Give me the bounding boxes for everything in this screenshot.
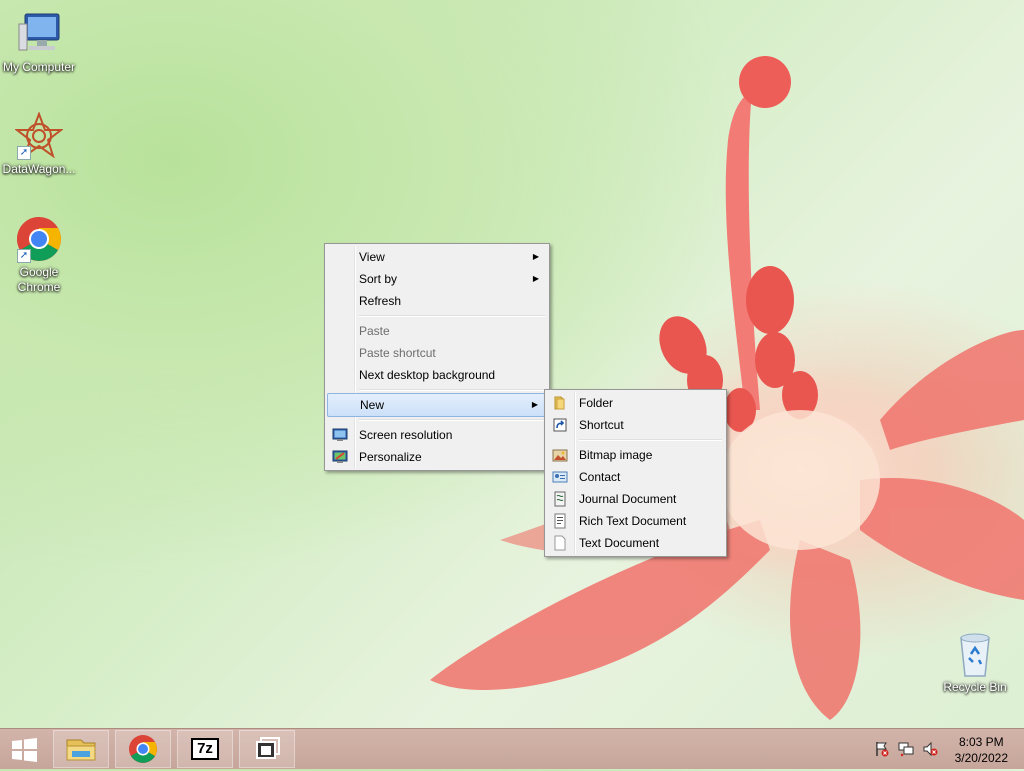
submenu-item-contact[interactable]: Contact: [547, 466, 724, 488]
shortcut-arrow-icon: ➚: [17, 249, 31, 263]
menu-item-label: Folder: [579, 396, 614, 410]
desktop-icon-label: Recycle Bin: [943, 680, 1007, 694]
submenu-item-shortcut[interactable]: Shortcut: [547, 414, 724, 436]
taskbar-clock[interactable]: 8:03 PM 3/20/2022: [955, 734, 1008, 766]
menu-item-label: Text Document: [579, 536, 660, 550]
menu-item-label: Journal Document: [579, 492, 677, 506]
submenu-arrow-icon: ▶: [532, 274, 539, 283]
rtf-icon: [554, 513, 566, 529]
menu-item-sort-by[interactable]: Sort by ▶: [327, 268, 547, 290]
clock-time: 8:03 PM: [958, 735, 1004, 749]
desktop-icon-google-chrome[interactable]: ➚ Google Chrome: [1, 215, 77, 295]
7zip-icon: 7z: [191, 738, 219, 760]
menu-item-paste: Paste: [327, 320, 547, 342]
desktop-icon-label: DataWagon...: [2, 162, 76, 176]
menu-item-personalize[interactable]: Personalize: [327, 446, 547, 468]
menu-item-next-desktop-background[interactable]: Next desktop background: [327, 364, 547, 386]
new-submenu: Folder Shortcut Bitmap image Contact Jou: [544, 389, 727, 557]
chrome-icon: [129, 735, 157, 763]
submenu-item-rich-text-document[interactable]: Rich Text Document: [547, 510, 724, 532]
menu-item-label: Contact: [579, 470, 621, 484]
taskbar-7-zip[interactable]: 7z: [177, 730, 233, 768]
menu-item-label: Personalize: [359, 450, 422, 464]
desktop-icon-my-computer[interactable]: My Computer: [1, 10, 77, 75]
menu-item-paste-shortcut: Paste shortcut: [327, 342, 547, 364]
shortcut-arrow-icon: ➚: [17, 146, 31, 160]
menu-item-new[interactable]: New ▶: [327, 393, 547, 417]
action-center-flag-icon[interactable]: [874, 741, 890, 757]
bitmap-icon: [552, 449, 568, 462]
menu-item-label: Paste: [359, 324, 390, 338]
contact-icon: [552, 471, 568, 483]
windows-switcher-icon: [256, 737, 280, 759]
desktop-icon-label: Google Chrome: [17, 265, 61, 294]
menu-item-screen-resolution[interactable]: Screen resolution: [327, 424, 547, 446]
desktop-icon-recycle-bin[interactable]: Recycle Bin: [937, 630, 1013, 695]
volume-muted-icon[interactable]: [922, 741, 938, 757]
clock-date: 3/20/2022: [954, 751, 1008, 765]
desktop-context-menu: View ▶ Sort by ▶ Refresh Paste Paste sho…: [324, 243, 550, 471]
menu-item-label: View: [359, 250, 385, 264]
windows-logo-icon: [12, 738, 37, 762]
network-icon[interactable]: [898, 741, 914, 757]
menu-item-label: Paste shortcut: [359, 346, 436, 360]
file-explorer-icon: [66, 739, 96, 761]
menu-item-label: Rich Text Document: [579, 514, 687, 528]
submenu-item-text-document[interactable]: Text Document: [547, 532, 724, 554]
text-doc-icon: [554, 535, 566, 551]
desktop-icon-label: My Computer: [2, 60, 76, 74]
submenu-item-journal-document[interactable]: Journal Document: [547, 488, 724, 510]
start-button[interactable]: [0, 730, 48, 768]
taskbar-google-chrome[interactable]: [115, 730, 171, 768]
menu-separator: [359, 315, 545, 317]
menu-separator: [359, 389, 545, 391]
menu-item-label: Sort by: [359, 272, 398, 286]
recycle-bin-icon: [960, 633, 990, 677]
submenu-arrow-icon: ▶: [532, 252, 539, 261]
journal-icon: [554, 491, 566, 507]
menu-item-label: Next desktop background: [359, 368, 496, 382]
menu-item-label: New: [360, 398, 385, 412]
menu-item-refresh[interactable]: Refresh: [327, 290, 547, 312]
taskbar-switch-windows[interactable]: [239, 730, 295, 768]
menu-item-label: Shortcut: [579, 418, 624, 432]
display-icon: [332, 428, 348, 441]
submenu-item-bitmap-image[interactable]: Bitmap image: [547, 444, 724, 466]
menu-item-label: Refresh: [359, 294, 402, 308]
computer-icon: [18, 13, 60, 51]
menu-separator: [359, 419, 545, 421]
personalize-icon: [332, 450, 348, 463]
menu-item-view[interactable]: View ▶: [327, 246, 547, 268]
menu-separator: [579, 439, 722, 441]
folder-icon: [554, 396, 565, 410]
desktop-icon-datawagon[interactable]: ➚ DataWagon...: [1, 111, 77, 177]
menu-item-label: Screen resolution: [359, 428, 453, 442]
taskbar: 7z 8:03 PM 3/20/2022: [0, 728, 1024, 769]
submenu-item-folder[interactable]: Folder: [547, 392, 724, 414]
taskbar-file-explorer[interactable]: [53, 730, 109, 768]
menu-item-label: Bitmap image: [579, 448, 653, 462]
shortcut-icon: [553, 418, 567, 432]
submenu-arrow-icon: ▶: [531, 400, 538, 409]
